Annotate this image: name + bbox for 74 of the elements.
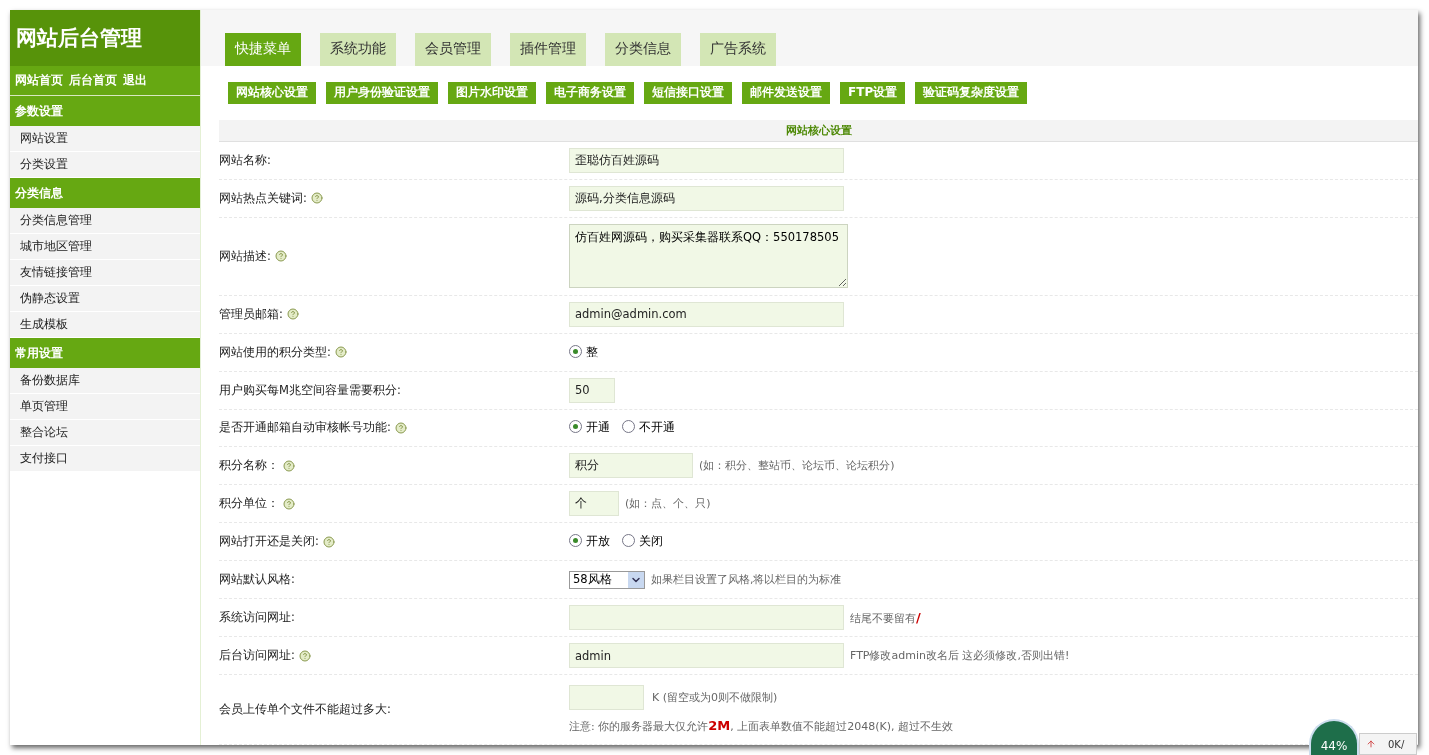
hint-text: 结尾不要留有/: [850, 609, 921, 626]
field-label: 后台访问网址:: [219, 648, 295, 664]
radio-button[interactable]: [569, 344, 582, 358]
field-label: 是否开通邮箱自动审核帐号功能:: [219, 420, 391, 436]
section-header: 网站核心设置: [219, 119, 1418, 142]
text-field[interactable]: 个: [569, 491, 619, 517]
hint-text: K (留空或为0则不做限制): [652, 690, 778, 706]
description-field[interactable]: 仿百姓网源码，购买采集器联系QQ：550178505: [569, 224, 848, 289]
field-label: 用户购买每M兆空间容量需要积分:: [219, 382, 401, 398]
sidebar-item[interactable]: 友情链接管理: [10, 260, 200, 286]
sidebar-group-header: 常用设置: [10, 338, 200, 368]
text-field[interactable]: 歪聪仿百姓源码: [569, 147, 844, 173]
style-dropdown[interactable]: 58风格: [569, 570, 645, 589]
help-icon[interactable]: [286, 308, 299, 321]
radio-button[interactable]: [622, 534, 635, 548]
help-icon[interactable]: [274, 250, 287, 263]
field-label: 网站默认风格:: [219, 572, 295, 588]
field-label: 积分单位：: [219, 496, 279, 512]
field-label: 网站名称:: [219, 152, 271, 168]
text-field[interactable]: 50: [569, 377, 615, 403]
help-icon[interactable]: [394, 421, 407, 434]
field-label: 网站热点关键词:: [219, 190, 307, 206]
radio-label: 不开通: [639, 420, 675, 436]
sidebar-item[interactable]: 支付接口: [10, 446, 200, 472]
sidebar-item[interactable]: 分类信息管理: [10, 208, 200, 234]
help-icon[interactable]: [283, 459, 295, 472]
text-field[interactable]: admin@admin.com: [569, 301, 844, 327]
sidebar-item[interactable]: 备份数据库: [10, 368, 200, 394]
radio-button[interactable]: [569, 534, 582, 548]
sidebar-item[interactable]: 整合论坛: [10, 420, 200, 446]
field-label: 系统访问网址:: [219, 610, 295, 626]
field-label: 积分名称：: [219, 458, 279, 474]
tab[interactable]: 插件管理: [510, 32, 586, 66]
hint-text: (如：积分、整站币、论坛币、论坛积分): [699, 458, 895, 474]
help-icon[interactable]: [322, 535, 335, 548]
text-field[interactable]: admin: [569, 643, 844, 669]
rate-text: 0K/: [1388, 738, 1405, 750]
sidebar-item[interactable]: 分类设置: [10, 152, 200, 178]
sidebar-item[interactable]: 伪静态设置: [10, 286, 200, 312]
radio-label: 整: [586, 344, 598, 360]
hint-text: FTP修改admin改名后 这必须修改,否则出错!: [850, 648, 1070, 664]
field-label: 管理员邮箱:: [219, 306, 283, 322]
field-label: 网站打开还是关闭:: [219, 534, 319, 550]
radio-label: 开通: [586, 420, 610, 436]
text-field[interactable]: [569, 605, 844, 631]
tab[interactable]: 广告系统: [700, 32, 776, 66]
radio-button[interactable]: [622, 420, 635, 434]
text-field[interactable]: 积分: [569, 453, 693, 479]
hint-text: (如：点、个、只): [625, 496, 711, 512]
note-text: 注意: 你的服务器最大仅允许2M, 上面表单数值不能超过2048(K), 超过不生效: [569, 718, 953, 735]
field-label: 网站描述:: [219, 248, 271, 264]
sidebar-item[interactable]: 单页管理: [10, 394, 200, 420]
hint-text: 如果栏目设置了风格,将以栏目的为标准: [651, 572, 842, 588]
size-field[interactable]: [569, 685, 644, 711]
sidebar-item[interactable]: 网站设置: [10, 126, 200, 152]
field-label: 网站使用的积分类型:: [219, 344, 331, 360]
sidebar-item[interactable]: 城市地区管理: [10, 234, 200, 260]
field-label: 会员上传单个文件不能超过多大:: [219, 702, 391, 718]
radio-label: 关闭: [639, 534, 663, 550]
tab[interactable]: 系统功能: [320, 32, 396, 66]
sidebar-item[interactable]: 生成模板: [10, 312, 200, 338]
tab[interactable]: 会员管理: [415, 32, 491, 66]
help-icon[interactable]: [334, 346, 347, 359]
help-icon[interactable]: [310, 192, 323, 205]
sidebar-group-header: 分类信息: [10, 178, 200, 208]
site-title: 网站后台管理: [10, 10, 200, 66]
tab[interactable]: 分类信息: [605, 32, 681, 66]
help-icon[interactable]: [298, 649, 311, 662]
help-icon[interactable]: [283, 497, 295, 510]
radio-button[interactable]: [569, 420, 582, 434]
sidebar-group-header: 参数设置: [10, 96, 200, 126]
upload-arrow-icon: [1366, 739, 1376, 749]
radio-label: 开放: [586, 534, 610, 550]
text-field[interactable]: 源码,分类信息源码: [569, 185, 844, 211]
